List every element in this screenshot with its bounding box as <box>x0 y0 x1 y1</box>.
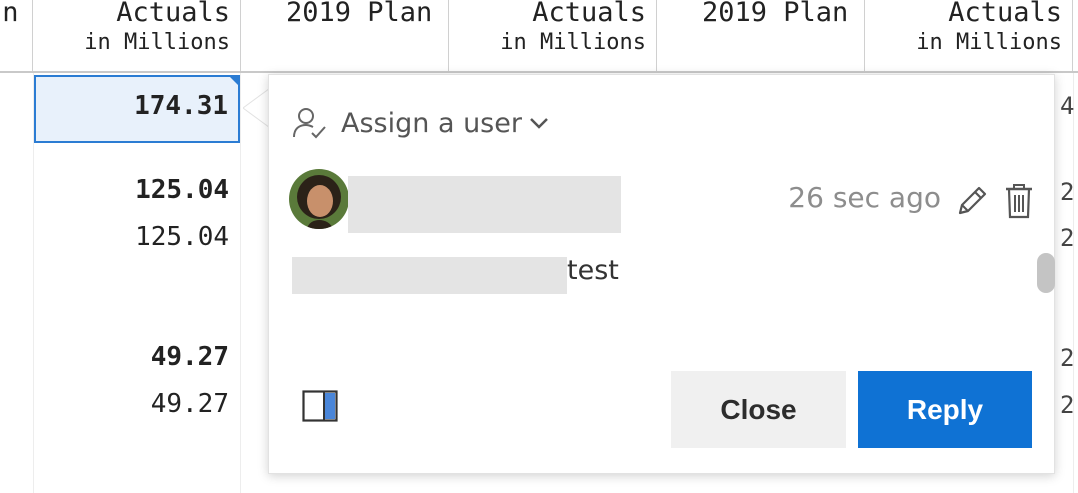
grid-cell-partial[interactable]: 2 <box>1060 178 1074 206</box>
grid-cell-partial[interactable]: 4 <box>1060 92 1074 120</box>
header-label: 2019 Plan <box>702 0 849 28</box>
grid-cell[interactable]: 125.04 <box>29 222 229 252</box>
author-name-redacted <box>348 176 621 233</box>
avatar-image <box>289 169 349 229</box>
cell-value: 174.31 <box>134 91 228 121</box>
person-check-icon <box>293 108 326 139</box>
grid-header: an Actuals in Millions 2019 Plan Actuals… <box>0 0 1078 73</box>
column-divider <box>1073 73 1074 493</box>
close-button[interactable]: Close <box>671 371 846 448</box>
header-label: Actuals <box>116 0 230 28</box>
avatar <box>289 169 349 229</box>
assign-user-label: Assign a user <box>341 107 522 139</box>
pencil-icon[interactable] <box>955 184 989 218</box>
comment-indicator-icon <box>228 75 240 87</box>
chevron-down-icon <box>530 118 548 129</box>
assign-user-dropdown[interactable]: Assign a user <box>293 103 550 143</box>
header-unit: in Millions <box>916 30 1062 55</box>
trash-icon[interactable] <box>1003 183 1035 219</box>
comment-timestamp: 26 sec ago <box>788 181 941 214</box>
selected-cell[interactable]: 174.31 <box>34 75 240 143</box>
grid-cell[interactable]: 49.27 <box>29 389 229 419</box>
header-unit: in Millions <box>500 30 646 55</box>
grid-cell-partial[interactable]: 2 <box>1060 344 1074 372</box>
header-label: 2019 Plan <box>286 0 433 28</box>
comment-text: test <box>567 255 619 286</box>
header-label: an <box>0 0 19 28</box>
header-label: Actuals <box>948 0 1062 28</box>
scrollbar-thumb[interactable] <box>1037 253 1055 293</box>
column-header-plan-partial[interactable]: an <box>0 0 33 71</box>
grid-cell-partial[interactable]: 2 <box>1060 224 1074 252</box>
grid-cell-partial[interactable]: 2 <box>1060 391 1074 419</box>
column-header-actuals-1[interactable]: Actuals in Millions <box>33 0 241 71</box>
grid-cell[interactable]: 125.04 <box>29 175 229 205</box>
column-header-actuals-3[interactable]: Actuals in Millions <box>865 0 1073 71</box>
column-header-actuals-2[interactable]: Actuals in Millions <box>449 0 657 71</box>
column-divider <box>240 73 241 493</box>
comment-popup: Assign a user 26 sec ago test Close Repl… <box>268 74 1055 474</box>
grid-cell[interactable]: 49.27 <box>29 342 229 372</box>
comment-text-redacted <box>292 257 567 294</box>
header-label: Actuals <box>532 0 646 28</box>
header-unit: in Millions <box>84 30 230 55</box>
panel-toggle-icon[interactable] <box>302 390 340 422</box>
reply-button[interactable]: Reply <box>858 371 1032 448</box>
column-header-plan-2019-2[interactable]: 2019 Plan <box>657 0 865 71</box>
column-header-plan-2019-1[interactable]: 2019 Plan <box>241 0 449 71</box>
